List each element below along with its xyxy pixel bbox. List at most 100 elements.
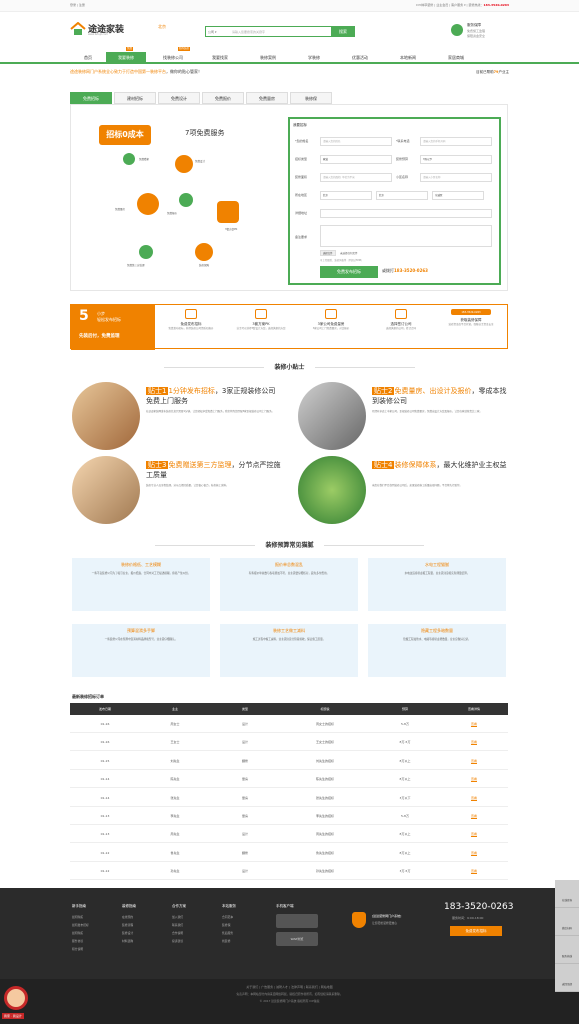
tip-title-text: ，最大化维护业主权益 (436, 461, 507, 469)
faq-desc: 有些报价单总数与各项累加不符，业主需要仔细核对，避免多付费用。 (248, 572, 330, 575)
footer-link[interactable]: 合同范本 (222, 913, 262, 921)
back-to-top-button[interactable]: 返回顶部 (555, 964, 579, 992)
bid-form: 我要招标 *您的姓名 请输入您的姓名 *联系电话 请输入您的手机号码 招标类型 … (288, 117, 501, 285)
footer-link[interactable]: 投诉建议 (172, 937, 212, 945)
step-icon (325, 309, 337, 319)
type-select[interactable]: 家装 (320, 155, 392, 164)
service-label: 免费看家 (139, 158, 150, 161)
view-detail-link[interactable]: 查看 (440, 807, 508, 825)
shield-icon (352, 912, 366, 928)
view-detail-link[interactable]: 查看 (440, 752, 508, 770)
city-selector[interactable]: 北京 (158, 24, 166, 30)
faq-card[interactable]: 隐藏工程多暗数量 隐藏工程如防水、电路等容易虚增数量，业主应做好记录。 (368, 624, 506, 677)
tab-free-design[interactable]: 免费设计 (158, 92, 200, 104)
guard-title: [途途装修网门户系统] (372, 914, 402, 918)
top-links[interactable]: DIY种草装修 | 业主会员 | 客户服务 ▾ | (416, 3, 468, 7)
footer-link[interactable]: 联系我们 (172, 921, 212, 929)
footer-link[interactable]: 积分说明 (72, 945, 112, 953)
footer-link[interactable]: 如何购买 (72, 929, 112, 937)
tab-free-quote[interactable]: 免费报价 (202, 92, 244, 104)
footer-link[interactable]: 如何购买 (72, 913, 112, 921)
view-detail-link[interactable]: 查看 (440, 770, 508, 788)
service-badge-title: 服务保障 (467, 23, 481, 27)
budget-select[interactable]: 3万以下 (420, 155, 492, 164)
login-register-link[interactable]: 登录 | 注册 (70, 3, 85, 7)
footer-link[interactable]: 在线预约 (122, 913, 162, 921)
district-select[interactable]: 东城区 (432, 191, 484, 200)
footer-link[interactable]: 装修设计 (122, 929, 162, 937)
search-button[interactable]: 搜索 (331, 26, 355, 37)
online-chat-button[interactable]: 在线咨询 (555, 880, 579, 908)
nav-item-renovate[interactable]: 我要装修 免费 (106, 47, 146, 64)
view-detail-link[interactable]: 查看 (440, 789, 508, 807)
col-detail: 查看详情 (467, 707, 480, 711)
province-select[interactable]: 北京 (320, 191, 372, 200)
tab-guarantee[interactable]: 装修保 (290, 92, 332, 104)
hotline-button[interactable]: 服务热线 (555, 936, 579, 964)
tip-image (72, 456, 140, 524)
wap-button[interactable]: WAP浏览 (276, 932, 318, 946)
logo-subtitle: www.tutujz.com (88, 33, 108, 36)
search-type-select[interactable]: 公司 ▾ (208, 30, 216, 34)
table-cell: 李先生 (170, 814, 180, 818)
view-detail-link[interactable]: 查看 (440, 733, 508, 751)
city-select[interactable]: 北京 (376, 191, 428, 200)
app-qr-button[interactable] (276, 914, 318, 928)
table-cell: 01-12 (100, 869, 110, 874)
nav-item-home-find[interactable]: 我要找家 (200, 52, 240, 64)
budget-label: 装修预算 (396, 157, 409, 161)
nav-item-news[interactable]: 本地新闻 (388, 52, 428, 64)
footer-link[interactable]: 加入我们 (172, 913, 212, 921)
footer-link[interactable]: 装修流程 (122, 921, 162, 929)
footer-link[interactable]: 如何发布招标 (72, 921, 112, 929)
faq-card[interactable]: 装修价格低、工艺模糊 一些不良装修公司为了吸引业主，报价低廉，合同中对工艺描述模糊… (72, 558, 210, 611)
faq-card[interactable]: 水电工程猫腻 水电改造容易虚报工程量，业主需注意按实际测量结算。 (368, 558, 506, 611)
tab-free-bid[interactable]: 免费招标 (70, 92, 112, 104)
note-textarea[interactable] (320, 225, 492, 247)
bottom-links[interactable]: 关于我们 | 广告服务 | 诚聘人才 | 法律声明 | 联系我们 | 网站地图 (0, 985, 579, 989)
nav-item-learn[interactable]: 学装修 (296, 52, 332, 64)
wechat-button[interactable]: 微信扫码 (555, 908, 579, 936)
submit-bid-button[interactable]: 免费发布招标 (320, 266, 378, 278)
zero-cost-badge: 招标0成本 (99, 125, 151, 145)
view-detail-link[interactable]: 查看 (440, 715, 508, 733)
faq-card[interactable]: 装修工艺做工减料 施工过程中偷工减料，业主需注意分阶段验收，保证施工质量。 (220, 624, 358, 677)
area-input[interactable]: 请输入您的面积, 单位为平米 (320, 173, 392, 182)
quote-icon (179, 193, 193, 207)
orders-table: 发布日期 业主 类型 标题说 预算 查看详情 01-16 周女士 设计 周女士的招标 5… (70, 703, 508, 917)
search-input[interactable]: 请输入您要搜索的关键字 (232, 30, 265, 34)
site-logo[interactable]: 途途家装 www.tutujz.com (70, 22, 142, 38)
file-choose-button[interactable]: 选择文件 (320, 250, 336, 256)
name-input[interactable]: 请输入您的姓名 (320, 137, 392, 146)
step-item: 3家公司免费量房 3家公司上门免费量房，对比报价 (301, 309, 361, 345)
phone-input[interactable]: 请输入您的手机号码 (420, 137, 492, 146)
tip-accent: 免费赠送第三方监理 (168, 461, 232, 469)
view-detail-link[interactable]: 查看 (440, 862, 508, 880)
mascot[interactable]: 我家 · 我设计 (0, 982, 58, 1024)
nav-item-cases[interactable]: 装修案例 (248, 52, 288, 64)
nav-item-promos[interactable]: 优惠活动 (340, 52, 380, 64)
pencil-icon (175, 155, 193, 173)
nav-item-mall[interactable]: 家居商城 (436, 52, 476, 64)
footer-link[interactable]: 装修保 (222, 921, 262, 929)
view-detail-link[interactable]: 查看 (440, 844, 508, 862)
view-detail-link[interactable]: 查看 (440, 825, 508, 843)
nav-item-company[interactable]: 找装修公司 助你装修 (150, 47, 196, 64)
table-cell: 01-16 (100, 722, 110, 726)
community-input[interactable]: 请输入小区名称 (420, 173, 492, 182)
faq-card[interactable]: 报价单总数混乱 有些报价单总数与各项累加不符，业主需要仔细核对，避免多付费用。 (220, 558, 358, 611)
copyright: © 2017 途途装修网门户系统 版权所有 ICP备案 (259, 999, 320, 1003)
tab-material-bid[interactable]: 建材招标 (114, 92, 156, 104)
footer-link[interactable]: 售后服务 (222, 929, 262, 937)
main-nav: 首页 我要装修 免费 找装修公司 助你装修 我要找家 装修案例 学装修 优惠活动 本… (0, 47, 579, 64)
address-input[interactable] (320, 209, 492, 218)
footer-link[interactable]: 合作说明 (172, 929, 212, 937)
footer-link[interactable]: 材料选购 (122, 937, 162, 945)
footer-bid-button[interactable]: 免费发布招标 (450, 926, 502, 936)
nav-item-home[interactable]: 首页 (70, 52, 106, 64)
tab-free-measure[interactable]: 免费量房 (246, 92, 288, 104)
footer-link[interactable]: 找装修 (222, 937, 262, 945)
faq-card[interactable]: 预算混淆多手脚 一些装修公司在预算中混淆材料品牌和型号，业主需仔细确认。 (72, 624, 210, 677)
footer-link[interactable]: 服务协议 (72, 937, 112, 945)
faq-desc: 一些装修公司在预算中混淆材料品牌和型号，业主需仔细确认。 (104, 638, 178, 641)
